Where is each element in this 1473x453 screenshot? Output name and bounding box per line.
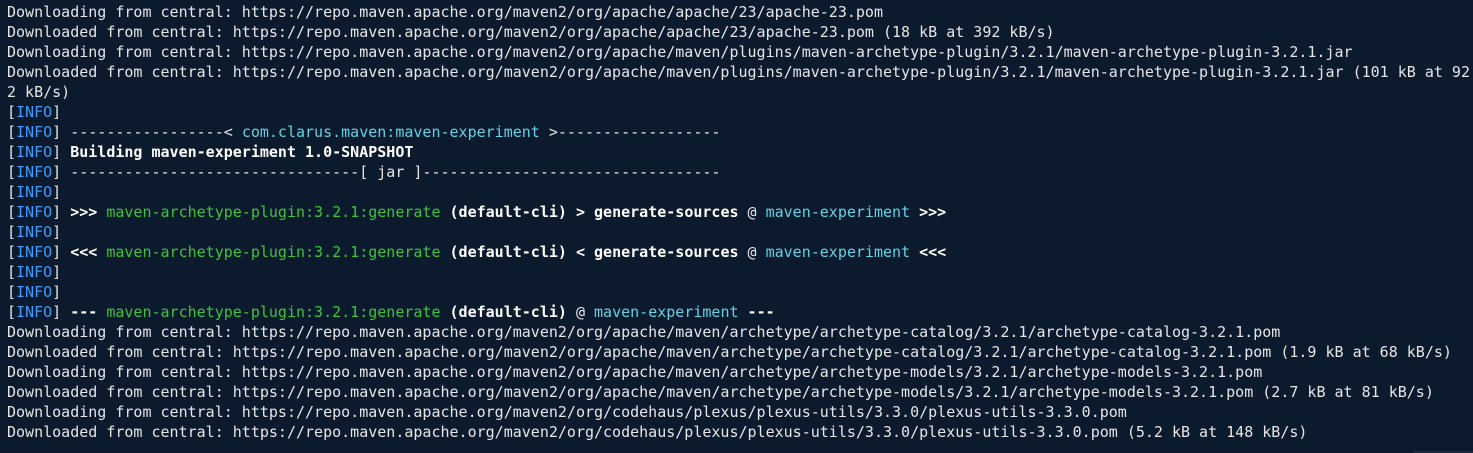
terminal-line: Downloading from central: https://repo.m…	[7, 362, 1473, 382]
terminal-line: [INFO]	[7, 182, 1473, 202]
log-level-label: INFO	[16, 223, 53, 241]
terminal-text-segment: >>>	[70, 203, 107, 221]
terminal-text-segment: Downloaded from central: https://repo.ma…	[7, 343, 1452, 361]
terminal-text-segment: [	[7, 243, 17, 261]
terminal-text-segment: ]	[52, 283, 62, 301]
terminal-text-segment: ---	[738, 303, 775, 321]
terminal-line: Downloading from central: https://repo.m…	[7, 402, 1473, 422]
terminal-text-segment: [	[7, 263, 17, 281]
log-level-label: INFO	[16, 123, 53, 141]
terminal-line: [INFO]	[7, 222, 1473, 242]
log-level-label: INFO	[16, 303, 53, 321]
terminal-text-segment: [	[7, 203, 17, 221]
terminal-text-segment: Building maven-experiment 1.0-SNAPSHOT	[70, 143, 414, 161]
terminal-text-segment: Downloaded from central: https://repo.ma…	[7, 423, 1308, 441]
terminal-text-segment: ]	[52, 263, 62, 281]
terminal-line: 2 kB/s)	[7, 82, 1473, 102]
terminal-text-segment: maven-experiment	[594, 303, 739, 321]
log-level-label: INFO	[16, 283, 53, 301]
terminal-text-segment: maven-experiment	[765, 243, 911, 261]
terminal-line: Downloaded from central: https://repo.ma…	[7, 382, 1473, 402]
terminal-line: Downloaded from central: https://repo.ma…	[7, 422, 1473, 442]
terminal-text-segment: ]	[52, 243, 71, 261]
terminal-text-segment: [	[7, 303, 17, 321]
log-level-label: INFO	[16, 103, 53, 121]
terminal-text-segment: [	[7, 123, 17, 141]
log-level-label: INFO	[16, 183, 53, 201]
terminal-line: [INFO] -----------------< com.clarus.mav…	[7, 122, 1473, 142]
terminal-text-segment: ---	[70, 303, 107, 321]
terminal-output[interactable]: Downloading from central: https://repo.m…	[0, 0, 1473, 453]
log-level-label: INFO	[16, 143, 53, 161]
terminal-text-segment: ]	[52, 143, 71, 161]
terminal-line: Downloaded from central: https://repo.ma…	[7, 342, 1473, 362]
terminal-text-segment: [	[7, 143, 17, 161]
terminal-text-segment: maven-archetype-plugin:3.2.1:generate	[106, 243, 441, 261]
terminal-text-segment: (default-cli)	[440, 303, 567, 321]
terminal-text-segment: Downloaded from central: https://repo.ma…	[7, 383, 1434, 401]
log-level-label: INFO	[16, 203, 53, 221]
terminal-text-segment: @	[566, 303, 595, 321]
log-level-label: INFO	[16, 263, 53, 281]
terminal-text-segment: [	[7, 103, 17, 121]
terminal-text-segment: ] -----------------<	[52, 123, 242, 141]
terminal-text-segment: Downloading from central: https://repo.m…	[7, 3, 883, 21]
terminal-line: [INFO] --------------------------------[…	[7, 162, 1473, 182]
log-level-label: INFO	[16, 163, 53, 181]
terminal-text-segment: Downloading from central: https://repo.m…	[7, 403, 1127, 421]
terminal-text-segment: ]	[52, 223, 62, 241]
terminal-line: [INFO]	[7, 102, 1473, 122]
terminal-line: [INFO] <<< maven-archetype-plugin:3.2.1:…	[7, 242, 1473, 262]
terminal-text-segment: Downloading from central: https://repo.m…	[7, 323, 1281, 341]
terminal-text-segment: maven-experiment	[765, 203, 911, 221]
log-level-label: INFO	[16, 243, 53, 261]
terminal-text-segment: <<<	[910, 243, 947, 261]
terminal-text-segment: maven-archetype-plugin:3.2.1:generate	[106, 203, 441, 221]
terminal-line: [INFO] >>> maven-archetype-plugin:3.2.1:…	[7, 202, 1473, 222]
terminal-text-segment: (default-cli) < generate-sources	[440, 243, 739, 261]
terminal-text-segment: ]	[52, 103, 62, 121]
terminal-line: [INFO] Building maven-experiment 1.0-SNA…	[7, 142, 1473, 162]
terminal-text-segment: <<<	[70, 243, 107, 261]
terminal-text-segment: [	[7, 163, 17, 181]
terminal-text-segment: Downloaded from central: https://repo.ma…	[7, 23, 1055, 41]
terminal-text-segment: [	[7, 183, 17, 201]
terminal-line: Downloading from central: https://repo.m…	[7, 322, 1473, 342]
terminal-line: Downloading from central: https://repo.m…	[7, 2, 1473, 22]
terminal-text-segment: (default-cli) > generate-sources	[440, 203, 739, 221]
terminal-line: Downloaded from central: https://repo.ma…	[7, 62, 1473, 82]
terminal-text-segment: [	[7, 223, 17, 241]
terminal-text-segment: com.clarus.maven:maven-experiment	[241, 123, 540, 141]
terminal-text-segment: @	[738, 203, 766, 221]
terminal-text-segment: Downloaded from central: https://repo.ma…	[7, 63, 1470, 81]
terminal-line: Downloading from central: https://repo.m…	[7, 42, 1473, 62]
terminal-line: Downloaded from central: https://repo.ma…	[7, 22, 1473, 42]
terminal-text-segment: Downloading from central: https://repo.m…	[7, 43, 1353, 61]
terminal-text-segment: ]	[52, 203, 71, 221]
terminal-text-segment: >>>	[910, 203, 947, 221]
terminal-text-segment: maven-archetype-plugin:3.2.1:generate	[106, 303, 441, 321]
terminal-line: [INFO]	[7, 262, 1473, 282]
terminal-text-segment: Downloading from central: https://repo.m…	[7, 363, 1263, 381]
terminal-text-segment: ]	[52, 303, 71, 321]
terminal-text-segment: 2 kB/s)	[7, 83, 71, 101]
terminal-text-segment: ] --------------------------------[ jar …	[52, 163, 721, 181]
terminal-text-segment: @	[738, 243, 766, 261]
terminal-text-segment: [	[7, 283, 17, 301]
terminal-line: [INFO] --- maven-archetype-plugin:3.2.1:…	[7, 302, 1473, 322]
terminal-text-segment: >------------------	[539, 123, 721, 141]
terminal-line: [INFO]	[7, 282, 1473, 302]
terminal-text-segment: ]	[52, 183, 62, 201]
